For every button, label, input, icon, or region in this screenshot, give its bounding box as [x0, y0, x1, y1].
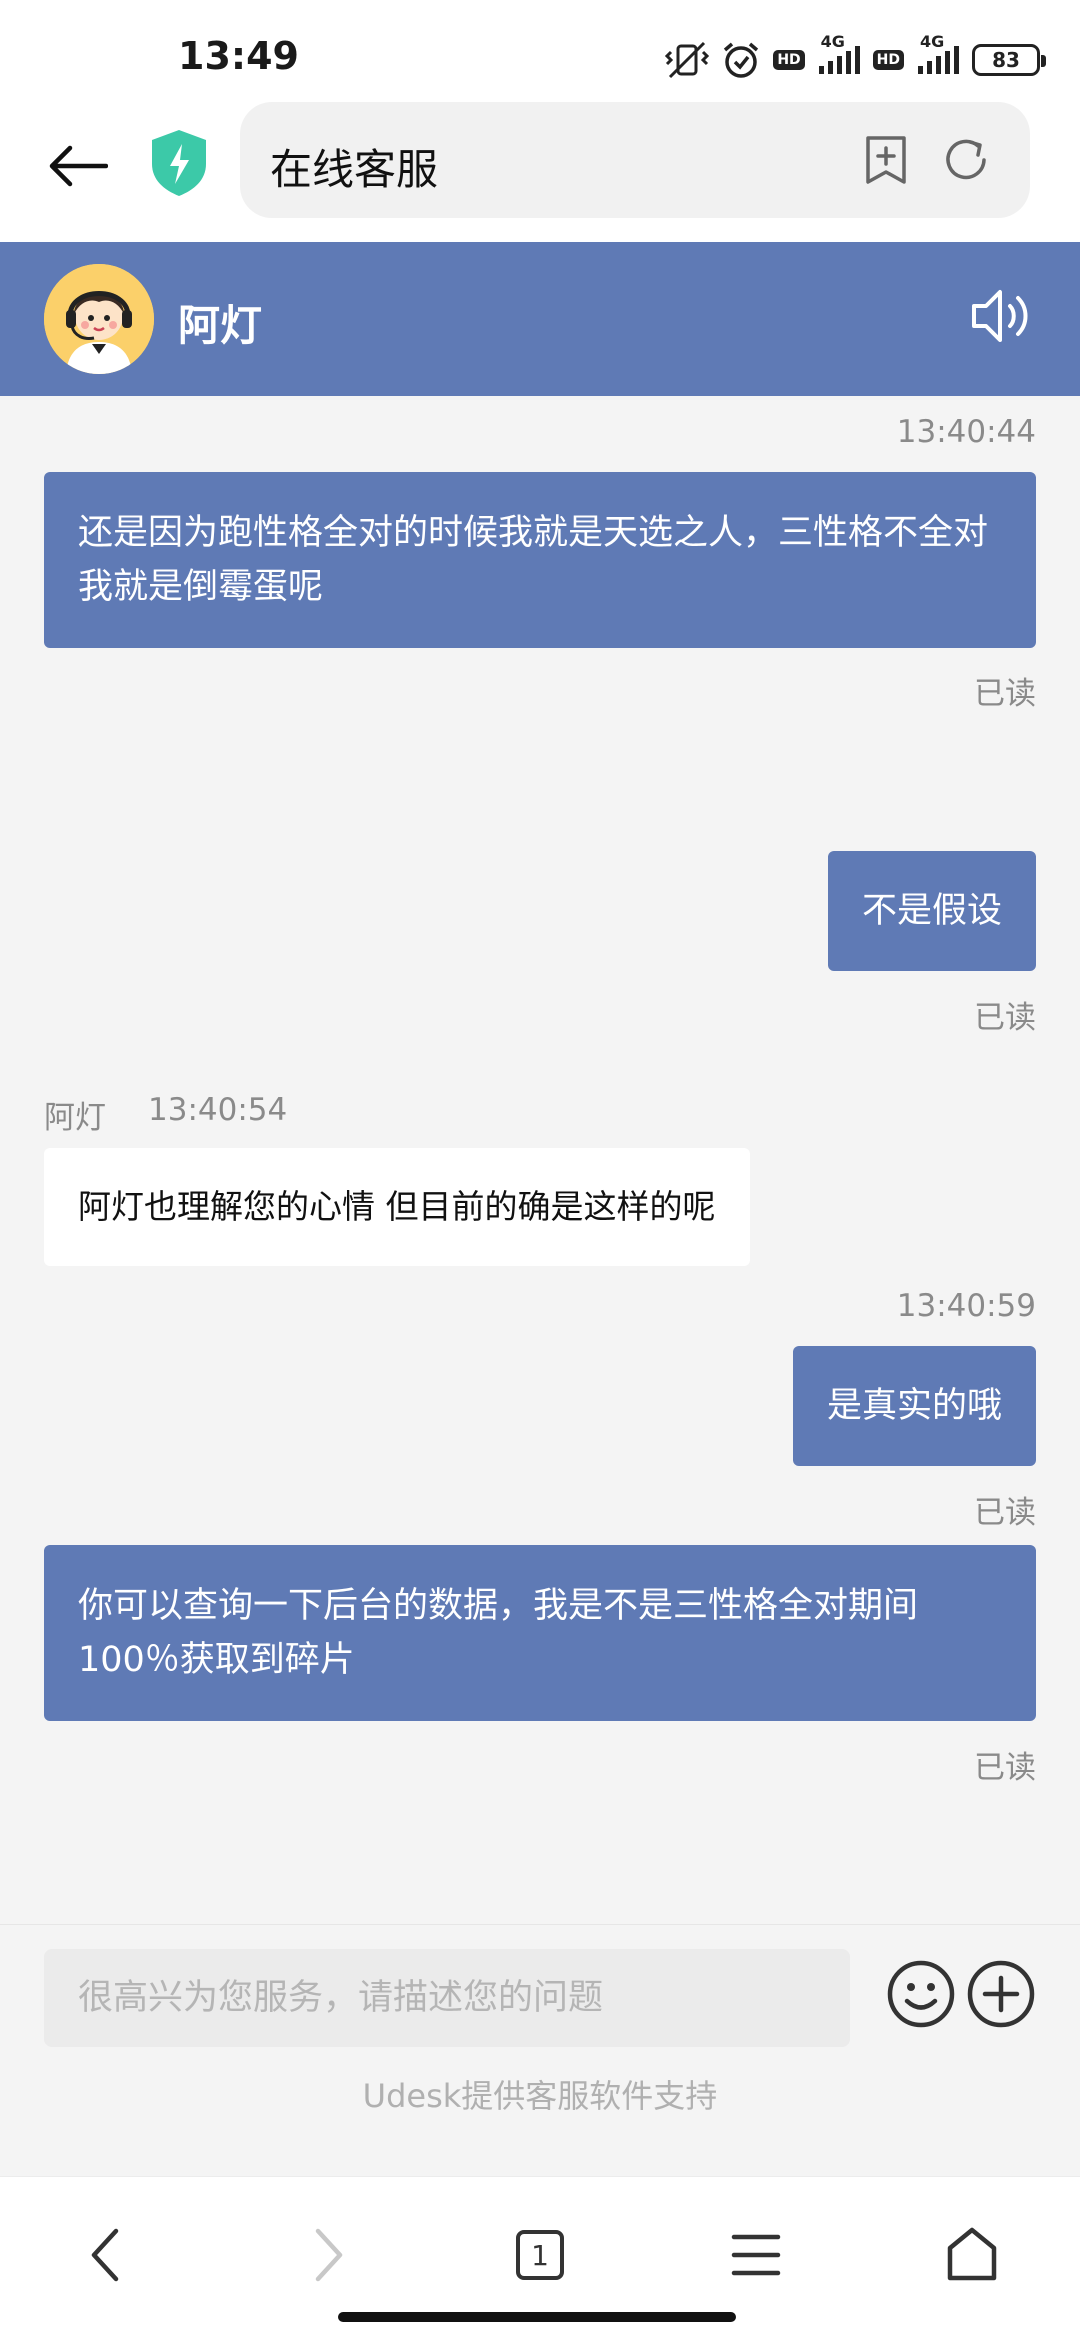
shield-icon [152, 130, 206, 196]
message-sender: 阿灯 [44, 1100, 106, 1136]
avatar-agent-icon [44, 264, 154, 374]
tab-count: 1 [531, 2238, 549, 2272]
back-arrow-icon [49, 145, 108, 187]
message-bubble-sent[interactable]: 还是因为跑性格全对的时候我就是天选之人，三性格不全对我就是倒霉蛋呢 [44, 472, 1036, 648]
nav-back-icon [91, 2228, 119, 2282]
battery-icon: 83 [972, 44, 1046, 76]
message-input[interactable] [44, 1949, 850, 2047]
read-status: 已读 [974, 1000, 1036, 1036]
bookmark-add-icon[interactable] [862, 134, 910, 186]
signal-icon: 4G [916, 32, 960, 76]
read-status: 已读 [974, 1750, 1036, 1786]
input-area: Udesk提供客服软件支持 [0, 1924, 1080, 2176]
browser-toolbar: 在线客服 [0, 90, 1080, 242]
chat-header: 阿灯 [0, 242, 1080, 396]
hd-icon: HD [773, 50, 805, 70]
agent-name: 阿灯 [178, 301, 263, 350]
message-bubble-received[interactable]: 阿灯也理解您的心情 但目前的确是这样的呢 [44, 1148, 750, 1266]
message-bubble-sent[interactable]: 不是假设 [827, 851, 1036, 971]
nav-back-button[interactable] [66, 2217, 146, 2293]
signal-icon: 4G [817, 32, 861, 76]
back-button[interactable] [42, 130, 114, 202]
message-timestamp: 13:40:44 [896, 414, 1036, 450]
powered-by-text: Udesk提供客服软件支持 [362, 2077, 718, 2115]
battery-level: 83 [992, 48, 1020, 72]
menu-button[interactable] [716, 2217, 796, 2293]
message-timestamp: 13:40:54 [148, 1092, 288, 1128]
read-status: 已读 [974, 1495, 1036, 1531]
message-bubble-sent[interactable]: 是真实的哦 [792, 1346, 1036, 1466]
message-list[interactable]: 13:40:44 还是因为跑性格全对的时候我就是天选之人，三性格不全对我就是倒霉… [0, 396, 1080, 1924]
menu-icon [731, 2234, 781, 2276]
mute-vibrate-icon [665, 41, 710, 79]
read-status: 已读 [974, 676, 1036, 712]
home-icon [947, 2227, 997, 2281]
home-indicator[interactable] [338, 2312, 736, 2322]
address-bar[interactable]: 在线客服 [240, 102, 1030, 218]
status-time: 13:49 [178, 34, 299, 78]
home-button[interactable] [932, 2217, 1012, 2293]
alarm-icon [724, 42, 759, 78]
speaker-icon[interactable] [970, 286, 1036, 346]
page-title: 在线客服 [270, 145, 439, 194]
avatar [44, 264, 154, 374]
tabs-button[interactable]: 1 [500, 2217, 580, 2293]
status-bar: 13:49 HD 4G HD 4G 83 [0, 0, 1080, 90]
message-bubble-sent[interactable]: 你可以查询一下后台的数据，我是不是三性格全对期间100％获取到碎片 [44, 1545, 1036, 1721]
nav-forward-icon [315, 2228, 343, 2282]
message-timestamp: 13:40:59 [896, 1288, 1036, 1324]
nav-forward-button[interactable] [288, 2217, 368, 2293]
emoji-icon[interactable] [886, 1959, 956, 2029]
refresh-icon[interactable] [940, 134, 992, 186]
plus-icon[interactable] [966, 1959, 1036, 2029]
tabs-icon: 1 [516, 2230, 564, 2280]
hd-icon: HD [872, 50, 904, 70]
status-icons: HD 4G HD 4G 83 [665, 32, 1046, 82]
